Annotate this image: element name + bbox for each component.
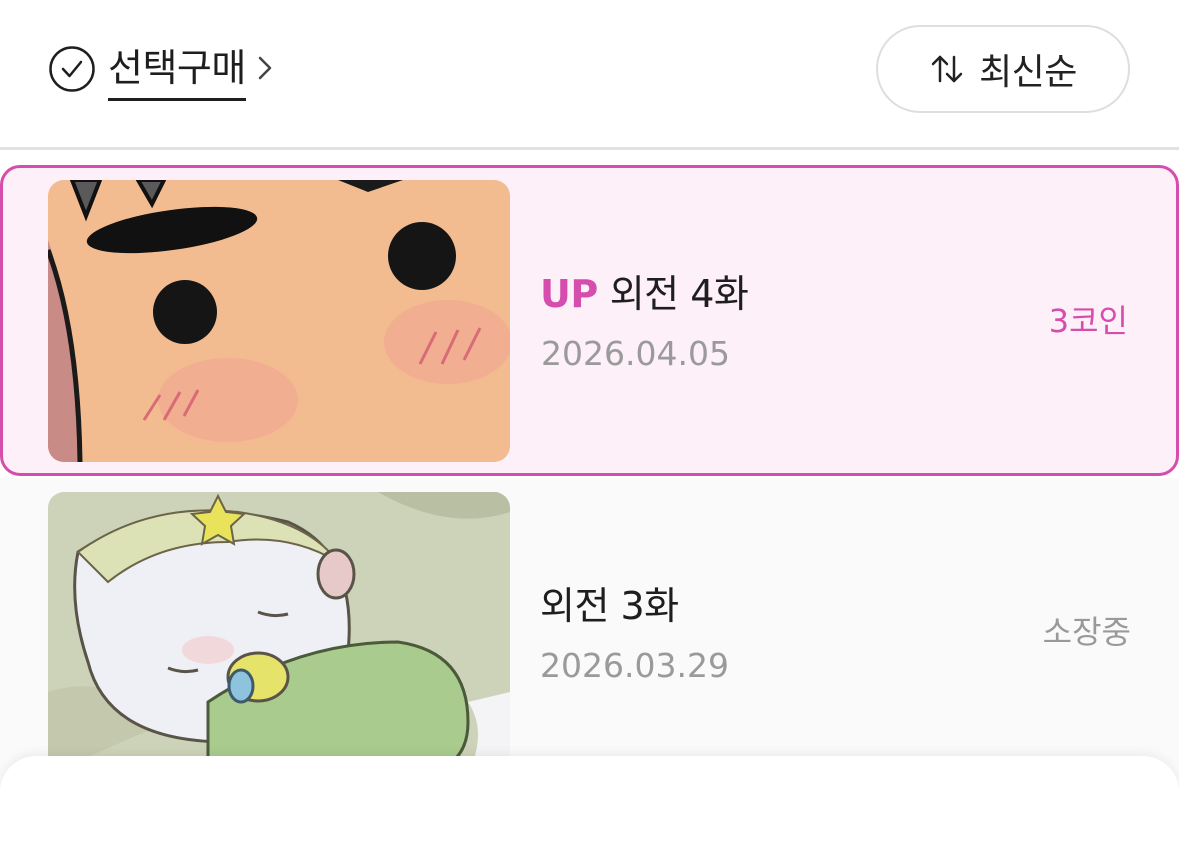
episode-owned-status: 소장중: [1042, 613, 1131, 651]
list-header: 선택구매 최신순: [0, 0, 1179, 148]
select-purchase-button[interactable]: 선택구매: [48, 44, 278, 104]
episode-date: 2026.03.29: [540, 646, 729, 685]
episode-row[interactable]: UP 외전 4화 2026.04.05 3코인: [0, 165, 1179, 476]
sort-button[interactable]: 최신순: [876, 25, 1130, 113]
episode-thumbnail: [48, 180, 510, 462]
episode-title: 외전 3화: [540, 584, 679, 628]
up-badge: UP: [540, 272, 598, 316]
check-circle-icon: [49, 46, 95, 92]
episode-thumbnail: [48, 492, 510, 774]
select-purchase-label: 선택구매: [108, 44, 246, 101]
episode-title: UP 외전 4화: [540, 270, 749, 318]
chevron-right-icon: [258, 56, 272, 80]
episode-date: 2026.04.05: [541, 334, 730, 373]
sort-label: 최신순: [979, 52, 1077, 93]
header-divider: [0, 147, 1179, 150]
episode-title-text: 외전 4화: [609, 272, 749, 316]
sort-arrows-icon: [931, 55, 963, 83]
bottom-sheet[interactable]: [0, 756, 1179, 848]
episode-price: 3코인: [1048, 302, 1128, 340]
